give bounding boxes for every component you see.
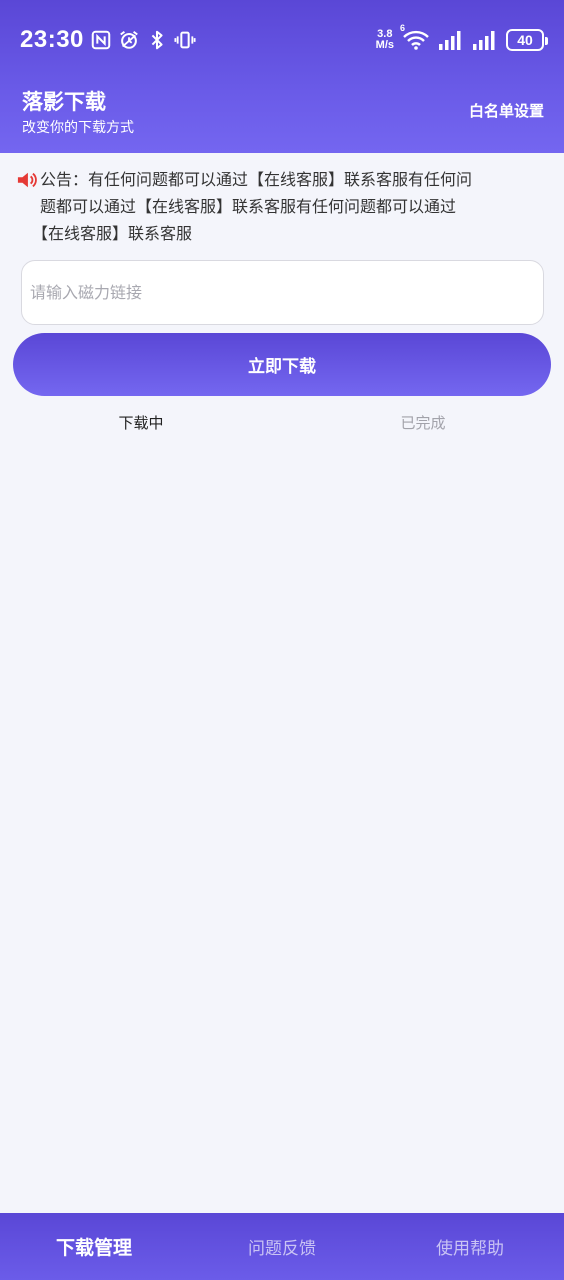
app-bar: 落影下载 改变你的下载方式 白名单设置 [0, 80, 564, 153]
nav-download-manager[interactable]: 下载管理 [0, 1233, 188, 1260]
whitelist-settings-button[interactable]: 白名单设置 [469, 100, 544, 121]
nfc-icon [90, 29, 112, 51]
header: 23:30 3.8 M/s 6 40 落影下载 改变你的下载方式 白名单设置 [0, 0, 564, 153]
speaker-icon [17, 172, 37, 188]
wifi-icon: 6 [400, 23, 430, 51]
status-right: 3.8 M/s 6 40 [376, 23, 548, 51]
tab-completed[interactable]: 已完成 [282, 406, 564, 438]
wifi-badge: 6 [400, 23, 406, 33]
bottom-nav: 下载管理 问题反馈 使用帮助 [0, 1213, 564, 1280]
network-speed: 3.8 M/s [376, 29, 394, 51]
status-time: 23:30 [20, 26, 84, 53]
notice: 公告：有任何问题都可以通过【在线客服】联系客服有任何问 题都可以通过【在线客服】… [16, 166, 548, 247]
signal-icon [438, 29, 464, 51]
battery-level: 40 [517, 32, 533, 48]
app-title: 落影下载 [22, 90, 106, 114]
tab-downloading[interactable]: 下载中 [0, 406, 282, 438]
notice-line-1: 公告：有任何问题都可以通过【在线客服】联系客服有任何问 [16, 166, 548, 193]
notice-text-1: 公告：有任何问题都可以通过【在线客服】联系客服有任何问 [40, 170, 473, 189]
nav-feedback[interactable]: 问题反馈 [188, 1234, 376, 1259]
notice-line-2: 题都可以通过【在线客服】联系客服有任何问题都可以通过 [40, 197, 457, 216]
alarm-icon [118, 29, 140, 51]
status-left: 23:30 [20, 26, 196, 54]
magnet-link-input[interactable] [21, 260, 544, 325]
signal-icon [472, 29, 498, 51]
battery-icon: 40 [506, 29, 548, 51]
status-bar: 23:30 3.8 M/s 6 40 [0, 0, 564, 80]
download-tabs: 下载中 已完成 [0, 406, 564, 438]
app-root: 23:30 3.8 M/s 6 40 落影下载 改变你的下载方式 白名单设置 公… [0, 0, 564, 1280]
nav-help[interactable]: 使用帮助 [376, 1234, 564, 1259]
app-subtitle: 改变你的下载方式 [22, 120, 134, 136]
download-now-button[interactable]: 立即下载 [13, 333, 551, 396]
vibrate-icon [174, 29, 196, 51]
network-speed-unit: M/s [375, 39, 394, 51]
bluetooth-icon [146, 29, 168, 51]
notice-line-3: 【在线客服】联系客服 [32, 224, 193, 243]
